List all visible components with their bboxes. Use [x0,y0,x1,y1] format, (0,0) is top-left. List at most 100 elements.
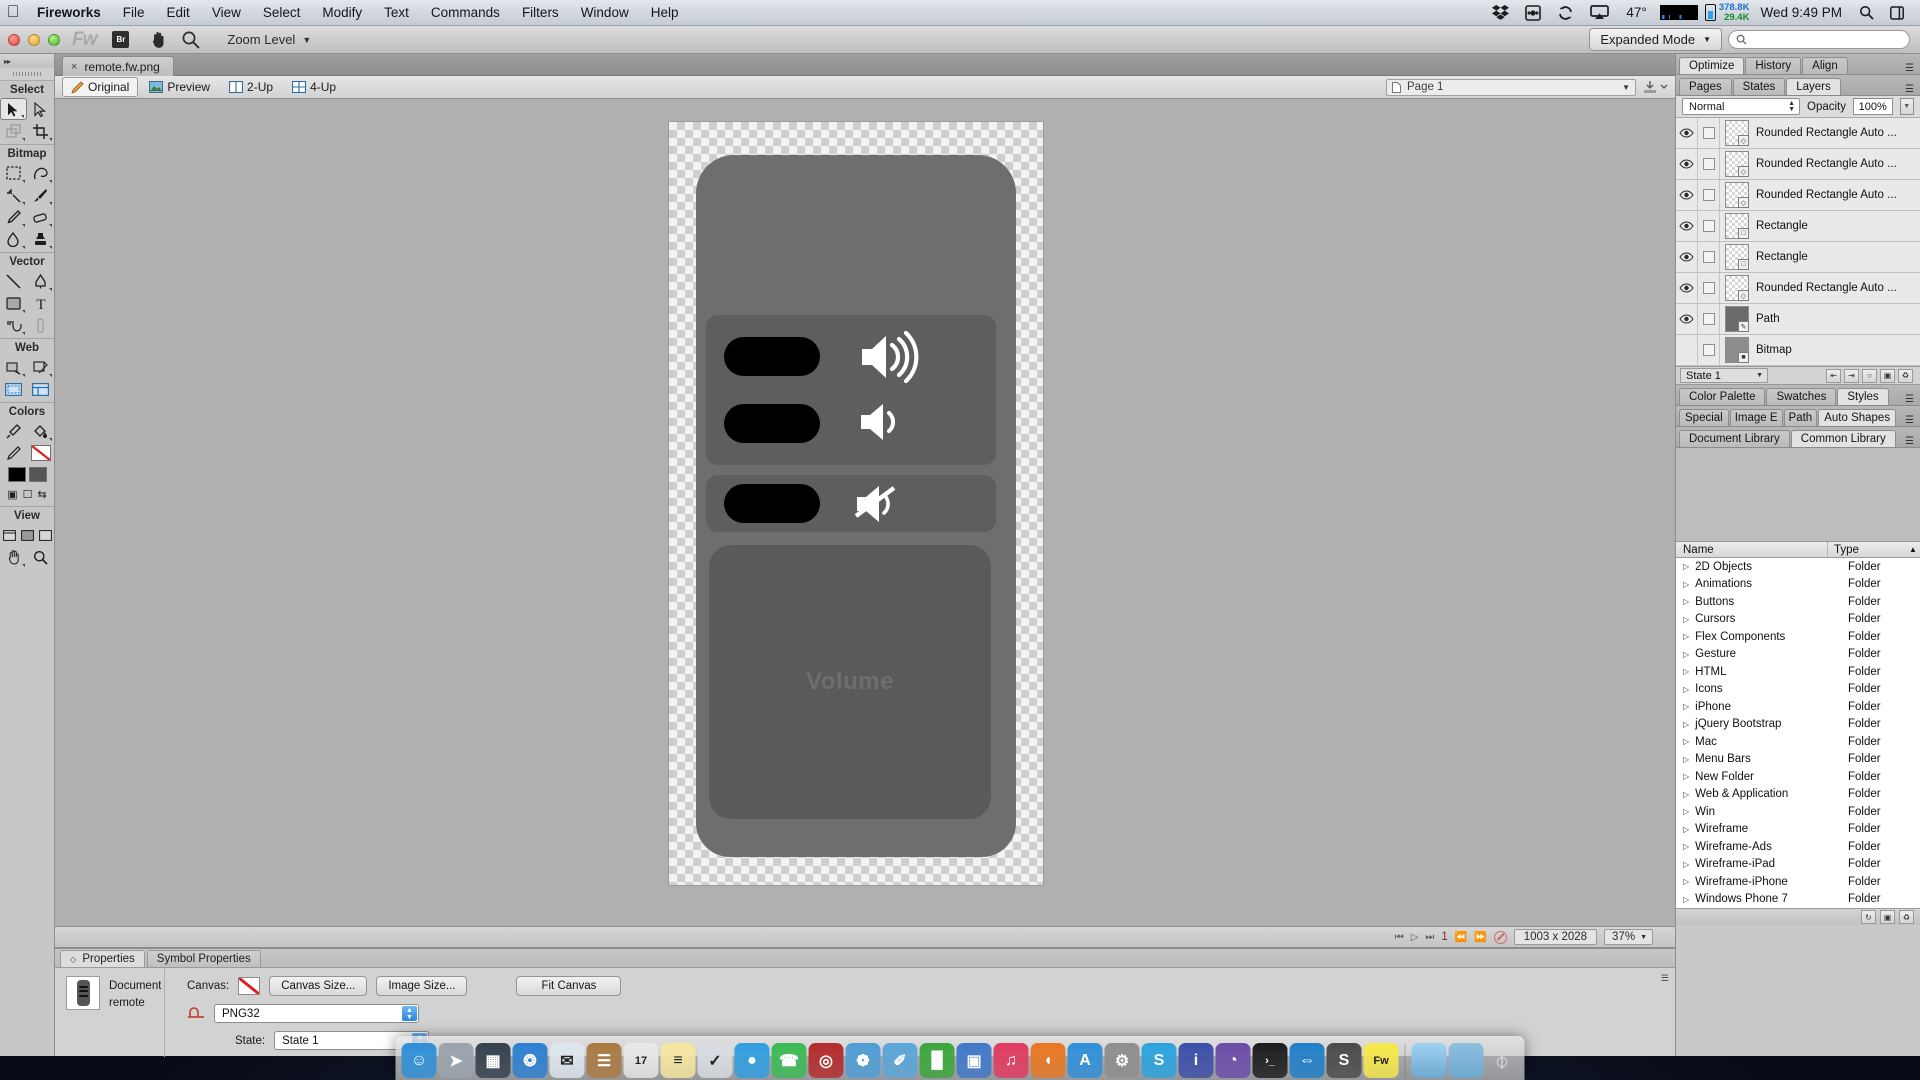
magnifier-icon[interactable] [177,27,203,53]
export-format-select[interactable]: PNG32 ▲▼ [214,1004,419,1023]
dock-item-mission-control[interactable]: ▦ [476,1043,511,1078]
layer-row[interactable]: ✎ Path [1676,304,1920,335]
previous-frame-icon[interactable]: ⏪ [1455,932,1467,943]
document-tab[interactable]: × remote.fw.png [62,56,174,76]
layer-visibility-toggle[interactable] [1676,304,1698,334]
library-row[interactable]: ▷WinFolder [1676,803,1920,821]
tools-panel-grip[interactable] [0,68,54,81]
next-frame-icon[interactable]: ⏩ [1474,932,1486,943]
paint-bucket-tool[interactable] [27,420,54,442]
menu-modify[interactable]: Modify [311,0,373,26]
lasso-tool[interactable] [27,162,54,184]
layer-name[interactable]: Rounded Rectangle Auto ... [1756,158,1897,170]
pencil-tool[interactable] [0,206,27,228]
zoom-level-label[interactable]: Zoom Level [227,32,295,47]
network-activity-graph[interactable] [1660,5,1698,20]
library-row[interactable]: ▷iPhoneFolder [1676,698,1920,716]
canvas-workspace[interactable]: Volume [55,99,1675,926]
layer-row[interactable]: ◇ Rounded Rectangle Auto ... [1676,180,1920,211]
layer-visibility-toggle[interactable] [1676,211,1698,241]
layer-lock-toggle[interactable] [1698,335,1720,365]
layer-list[interactable]: ◇ Rounded Rectangle Auto ... ◇ Rounded R… [1676,118,1920,366]
dock-item-downloads-stack[interactable] [1412,1043,1447,1078]
library-import-icon[interactable]: ▣ [1880,910,1895,924]
hide-slices-tool[interactable] [0,378,27,400]
tab-symbol-properties[interactable]: Symbol Properties [147,950,261,967]
library-row[interactable]: ▷New FolderFolder [1676,768,1920,786]
layer-lock-toggle[interactable] [1698,304,1720,334]
apple-logo-icon[interactable]:  [0,3,26,22]
network-speed-readout[interactable]: 378.8K 29.4K [1719,3,1752,22]
full-screen-mode[interactable] [20,524,35,546]
disclosure-triangle-icon[interactable]: ▷ [1683,597,1689,606]
dock-item-flux[interactable]: ⇔ [1290,1043,1325,1078]
dock-item-photo-booth[interactable]: ◎ [809,1043,844,1078]
freeform-tool[interactable] [0,314,27,336]
styles-panel-menu-icon[interactable]: ☰ [1905,394,1920,405]
layer-name[interactable]: Rectangle [1756,251,1808,263]
disclosure-triangle-icon[interactable]: ▷ [1683,720,1689,729]
layer-name[interactable]: Rounded Rectangle Auto ... [1756,189,1897,201]
library-row[interactable]: ▷Windows Phone 7Folder [1676,891,1920,909]
rubber-stamp-tool[interactable] [27,228,54,250]
menu-view[interactable]: View [201,0,252,26]
layer-lock-toggle[interactable] [1698,273,1720,303]
dock-item-keynote[interactable]: ▣ [957,1043,992,1078]
crop-tool[interactable] [27,120,54,142]
volume-button-group[interactable] [706,315,996,465]
stop-icon[interactable] [1494,931,1507,944]
zoom-window-button[interactable] [48,34,60,46]
dock-item-tor-browser[interactable]: ◔ [1216,1043,1251,1078]
menu-filters[interactable]: Filters [511,0,570,26]
library-row[interactable]: ▷jQuery BootstrapFolder [1676,716,1920,734]
layer-row[interactable]: □ Rectangle [1676,242,1920,273]
show-slices-tool[interactable] [27,378,54,400]
new-state-icon[interactable]: ⇤ [1826,369,1841,383]
library-row[interactable]: ▷GestureFolder [1676,646,1920,664]
library-panel-menu-icon[interactable]: ☰ [1905,436,1920,447]
dock-item-itunes[interactable]: ♫ [994,1043,1029,1078]
tab-history[interactable]: History [1745,57,1801,74]
dock-item-reminders[interactable]: ✓ [698,1043,733,1078]
library-table-body[interactable]: ▷2D ObjectsFolder▷AnimationsFolder▷Butto… [1676,558,1920,908]
library-row[interactable]: ▷CursorsFolder [1676,611,1920,629]
menu-file[interactable]: File [112,0,156,26]
dock-item-evernote[interactable]: i [1179,1043,1214,1078]
close-document-icon[interactable]: × [71,61,77,73]
knife-tool[interactable] [27,314,54,336]
layer-visibility-toggle[interactable] [1676,149,1698,179]
layer-row[interactable]: ◇ Rounded Rectangle Auto ... [1676,149,1920,180]
line-tool[interactable] [0,270,27,292]
disclosure-triangle-icon[interactable]: ▷ [1683,615,1689,624]
tab-states[interactable]: States [1733,78,1786,95]
scale-tool[interactable] [0,120,27,142]
layer-lock-toggle[interactable] [1698,118,1720,148]
duplicate-state-icon[interactable]: ⇥ [1844,369,1859,383]
page-selector[interactable]: Page 1 ▼ [1386,79,1636,96]
mac-dock[interactable]: ☺➤▦❂✉☰17≡✓●☎◎❁✐█▣♫◖A⚙Si◔›_⇔SFw⌽ [396,1036,1525,1080]
menu-commands[interactable]: Commands [420,0,511,26]
tab-color-palette[interactable]: Color Palette [1679,388,1765,405]
layer-name[interactable]: Rounded Rectangle Auto ... [1756,127,1897,139]
brush-tool[interactable] [27,184,54,206]
layer-name[interactable]: Rounded Rectangle Auto ... [1756,282,1897,294]
library-row[interactable]: ▷WireframeFolder [1676,821,1920,839]
disclosure-triangle-icon[interactable]: ▷ [1683,685,1689,694]
layer-lock-toggle[interactable] [1698,180,1720,210]
layer-name[interactable]: Bitmap [1756,344,1792,356]
layer-lock-toggle[interactable] [1698,149,1720,179]
zoom-tool[interactable] [27,546,54,568]
dock-item-terminal[interactable]: ›_ [1253,1043,1288,1078]
disclosure-triangle-icon[interactable]: ▷ [1683,755,1689,764]
disclosure-triangle-icon[interactable]: ▷ [1683,650,1689,659]
dock-item-notes[interactable]: ≡ [661,1043,696,1078]
dock-item-calendar[interactable]: 17 [624,1043,659,1078]
layer-visibility-toggle[interactable] [1676,180,1698,210]
library-column-type[interactable]: Type [1828,542,1906,557]
hotspot-tool[interactable] [0,356,27,378]
expanded-mode-button[interactable]: Expanded Mode ▼ [1589,28,1722,51]
export-format-stepper[interactable]: ▲▼ [402,1006,417,1021]
canvas-color-swatch[interactable] [238,977,260,995]
fill-color-swatch[interactable] [29,467,47,482]
menu-help[interactable]: Help [640,0,690,26]
